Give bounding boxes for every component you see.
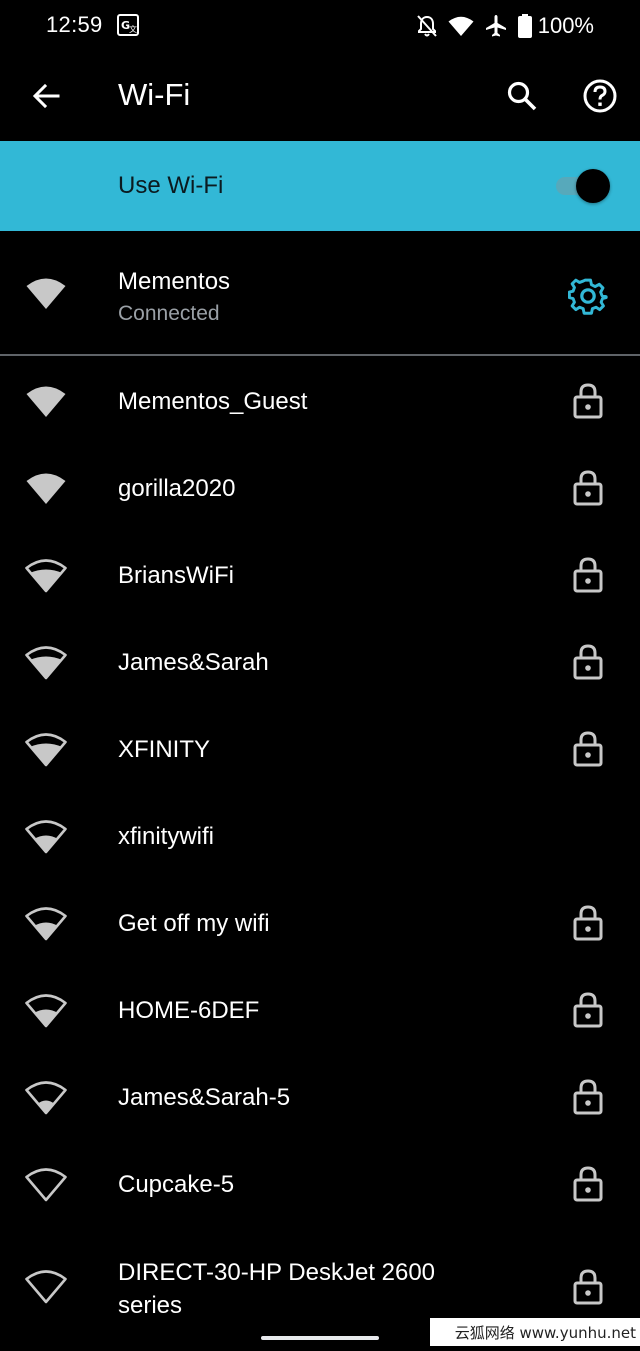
battery-icon <box>517 14 532 38</box>
network-name: gorilla2020 <box>118 475 236 502</box>
gear-icon[interactable] <box>568 276 608 316</box>
help-icon <box>583 79 617 113</box>
network-row[interactable]: XFINITY <box>0 706 640 793</box>
status-icons: 100% <box>416 12 594 40</box>
wifi-signal-icon <box>25 820 67 854</box>
divider <box>0 354 640 356</box>
lock-icon <box>573 470 603 506</box>
watermark: 云狐网络 www.yunhu.net <box>430 1318 640 1346</box>
lock-icon <box>573 1166 603 1202</box>
battery-percent: 100% <box>537 13 594 38</box>
connected-network-status: Connected <box>118 302 220 325</box>
network-row[interactable]: James&Sarah-5 <box>0 1054 640 1141</box>
wifi-signal-icon <box>25 907 67 941</box>
status-bar: 12:59 G 文 100% <box>0 0 640 52</box>
wifi-status-icon <box>448 16 474 36</box>
wifi-signal-icon <box>25 1270 67 1304</box>
lock-icon <box>573 731 603 767</box>
wifi-signal-icon <box>25 994 67 1028</box>
help-button[interactable] <box>576 72 624 120</box>
network-name-line2: series <box>118 1292 183 1319</box>
search-icon <box>507 81 537 111</box>
translate-icon: G 文 <box>117 14 139 36</box>
network-name: Cupcake-5 <box>118 1171 235 1198</box>
network-name: BriansWiFi <box>118 562 235 589</box>
network-name: James&Sarah-5 <box>118 1084 291 1111</box>
use-wifi-toggle[interactable] <box>556 169 610 203</box>
wifi-signal-icon <box>26 278 66 309</box>
connected-network-name: Mementos <box>118 268 231 295</box>
network-name: James&Sarah <box>118 649 269 676</box>
toggle-thumb <box>576 169 610 203</box>
wifi-signal-icon <box>25 1168 67 1202</box>
lock-icon <box>573 1269 603 1305</box>
status-time: 12:59 <box>46 12 103 37</box>
wifi-signal-icon <box>25 559 67 593</box>
lock-icon <box>573 1079 603 1115</box>
wifi-signal-icon <box>26 386 66 417</box>
use-wifi-row[interactable]: Use Wi-Fi <box>0 141 640 231</box>
lock-icon <box>573 383 603 419</box>
back-button[interactable] <box>22 72 70 120</box>
network-row[interactable]: BriansWiFi <box>0 532 640 619</box>
use-wifi-label: Use Wi-Fi <box>118 172 224 199</box>
notifications-off-icon <box>416 15 437 37</box>
network-name: xfinitywifi <box>118 823 215 850</box>
network-name: Get off my wifi <box>118 910 270 937</box>
network-row[interactable]: Mementos_Guest <box>0 358 640 445</box>
airplane-icon <box>485 15 506 37</box>
app-bar: Wi-Fi <box>0 52 640 140</box>
wifi-signal-icon <box>25 733 67 767</box>
navigation-handle[interactable] <box>261 1336 379 1340</box>
network-name: DIRECT-30-HP DeskJet 2600 <box>118 1259 436 1286</box>
search-button[interactable] <box>498 72 546 120</box>
network-name: Mementos_Guest <box>118 388 308 415</box>
lock-icon <box>573 557 603 593</box>
network-row[interactable]: James&Sarah <box>0 619 640 706</box>
network-row[interactable]: Get off my wifi <box>0 880 640 967</box>
network-row[interactable]: xfinitywifi <box>0 793 640 880</box>
connected-network-row[interactable]: Mementos Connected <box>0 232 640 354</box>
lock-icon <box>573 644 603 680</box>
network-name: HOME-6DEF <box>118 997 260 1024</box>
lock-icon <box>573 992 603 1028</box>
page-title: Wi-Fi <box>118 77 191 112</box>
back-arrow-icon <box>32 83 60 109</box>
network-row[interactable]: HOME-6DEF <box>0 967 640 1054</box>
wifi-signal-icon <box>25 1081 67 1115</box>
network-row[interactable]: Cupcake-5 <box>0 1141 640 1228</box>
network-row[interactable]: gorilla2020 <box>0 445 640 532</box>
wifi-signal-icon <box>25 646 67 680</box>
lock-icon <box>573 905 603 941</box>
network-name: XFINITY <box>118 736 211 763</box>
wifi-signal-icon <box>26 473 66 504</box>
svg-text:文: 文 <box>129 24 137 34</box>
